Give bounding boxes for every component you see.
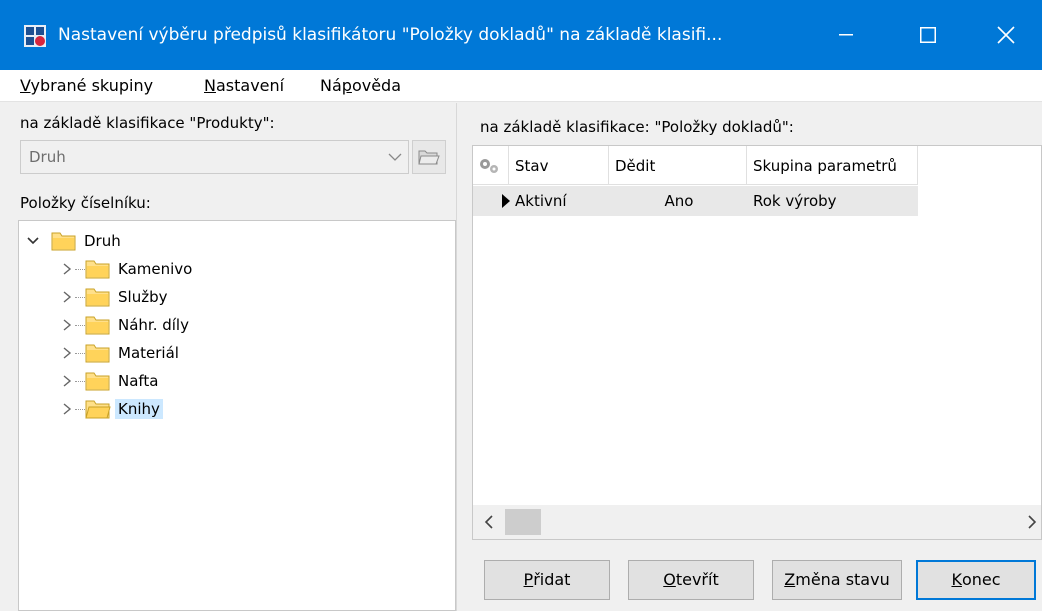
change-state-button-mnemonic: Z <box>784 570 796 589</box>
folder-icon <box>85 372 110 391</box>
close-window-button[interactable] <box>970 0 1042 70</box>
menu-help[interactable]: Nápověda <box>320 75 401 97</box>
window-title: Nastavení výběru předpisů klasifikátoru … <box>58 25 723 45</box>
close-icon <box>997 26 1015 44</box>
tree-item-sluzby[interactable]: Služby <box>19 283 455 311</box>
tree-item-label: Kamenivo <box>118 260 193 278</box>
minimize-icon <box>839 34 853 36</box>
close-button-mnemonic: K <box>951 570 962 589</box>
column-header-stav[interactable]: Stav <box>509 146 609 185</box>
left-classification-label: na základě klasifikace "Produkty": <box>20 114 275 132</box>
menu-settings-label: astavení <box>215 76 285 95</box>
chevron-right-icon <box>1028 515 1037 529</box>
right-classification-label: na základě klasifikace: "Položky dokladů… <box>480 118 794 136</box>
change-state-button[interactable]: Změna stavu <box>772 560 902 600</box>
tree-item-material[interactable]: Materiál <box>19 339 455 367</box>
close-button-label: onec <box>961 570 1001 589</box>
tree-item-label: Knihy <box>115 399 163 419</box>
grid-settings-cell[interactable] <box>473 146 509 185</box>
tree-item-label: Náhr. díly <box>118 316 189 334</box>
chevron-right-icon[interactable] <box>61 318 73 332</box>
tree-item-knihy[interactable]: Knihy <box>19 395 455 423</box>
menu-settings-mnemonic: N <box>204 76 216 95</box>
panel-splitter[interactable] <box>456 103 466 611</box>
tree-item-nahr-dily[interactable]: Náhr. díly <box>19 311 455 339</box>
folder-open-icon <box>85 400 111 419</box>
column-header-dedit[interactable]: Dědit <box>609 146 747 185</box>
combo-value: Druh <box>29 148 66 166</box>
close-button[interactable]: Konec <box>916 560 1036 600</box>
cell-stav[interactable]: Aktivní <box>509 186 609 216</box>
folder-icon <box>85 316 110 335</box>
tree-item-label: Nafta <box>118 372 159 390</box>
open-folder-button[interactable] <box>412 140 446 174</box>
change-state-button-label: měna stavu <box>795 570 890 589</box>
grid-header: Stav Dědit Skupina parametrů <box>473 146 918 185</box>
add-button-mnemonic: P <box>523 570 534 589</box>
folder-icon <box>85 260 110 279</box>
tree-item-label: Materiál <box>118 344 179 362</box>
add-button[interactable]: Přidat <box>484 560 610 600</box>
chevron-down-icon <box>388 153 402 161</box>
folder-icon <box>85 288 110 307</box>
chevron-right-icon[interactable] <box>61 402 73 416</box>
open-button-label: tevřít <box>675 570 719 589</box>
cell-dedit[interactable]: Ano <box>609 186 747 216</box>
classifier-tree[interactable]: Druh Kamenivo Služby Náhr. díly Materiál… <box>18 220 456 611</box>
maximize-icon <box>920 27 936 43</box>
menu-selected-groups-label: ybrané skupiny <box>30 76 154 95</box>
chevron-left-icon <box>484 515 493 529</box>
chevron-right-icon[interactable] <box>61 262 73 276</box>
items-label: Položky číselníku: <box>20 194 151 212</box>
column-header-skupina[interactable]: Skupina parametrů <box>747 146 918 185</box>
table-row[interactable]: Aktivní Ano Rok výroby <box>473 186 918 216</box>
menu-selected-groups-mnemonic: V <box>20 76 31 95</box>
app-icon <box>24 25 46 47</box>
maximize-button[interactable] <box>892 0 964 70</box>
tree-item-label: Služby <box>118 288 168 306</box>
minimize-button[interactable] <box>810 0 882 70</box>
menu-help-mnemonic: p <box>341 76 352 95</box>
menu-selected-groups[interactable]: Vybrané skupiny <box>20 75 153 97</box>
chevron-right-icon[interactable] <box>61 374 73 388</box>
scroll-left-button[interactable] <box>473 505 505 539</box>
gear-icon[interactable] <box>477 156 501 176</box>
chevron-right-icon[interactable] <box>61 346 73 360</box>
menu-settings[interactable]: Nastavení <box>204 75 284 97</box>
title-bar: Nastavení výběru předpisů klasifikátoru … <box>0 0 1042 70</box>
folder-open-icon <box>418 150 440 165</box>
menu-help-prefix: Ná <box>320 76 342 95</box>
open-button[interactable]: Otevřít <box>628 560 754 600</box>
add-button-label: řidat <box>533 570 571 589</box>
open-button-mnemonic: O <box>663 570 676 589</box>
rules-grid[interactable]: Stav Dědit Skupina parametrů Aktivní Ano… <box>472 145 1042 538</box>
folder-icon <box>51 232 76 251</box>
tree-item-kamenivo[interactable]: Kamenivo <box>19 255 455 283</box>
menu-bar: Vybrané skupiny Nastavení Nápověda <box>0 70 1042 102</box>
tree-item-druh[interactable]: Druh <box>19 227 455 255</box>
cell-skupina[interactable]: Rok výroby <box>747 186 918 216</box>
tree-item-nafta[interactable]: Nafta <box>19 367 455 395</box>
chevron-right-icon[interactable] <box>61 290 73 304</box>
scroll-thumb[interactable] <box>505 509 541 535</box>
folder-icon <box>85 344 110 363</box>
tree-item-label: Druh <box>84 232 121 250</box>
chevron-down-icon[interactable] <box>27 234 39 248</box>
horizontal-scrollbar[interactable] <box>472 505 1042 540</box>
scroll-right-button[interactable] <box>1021 505 1042 539</box>
classification-combo[interactable]: Druh <box>20 140 409 174</box>
menu-help-label: ověda <box>351 76 401 95</box>
